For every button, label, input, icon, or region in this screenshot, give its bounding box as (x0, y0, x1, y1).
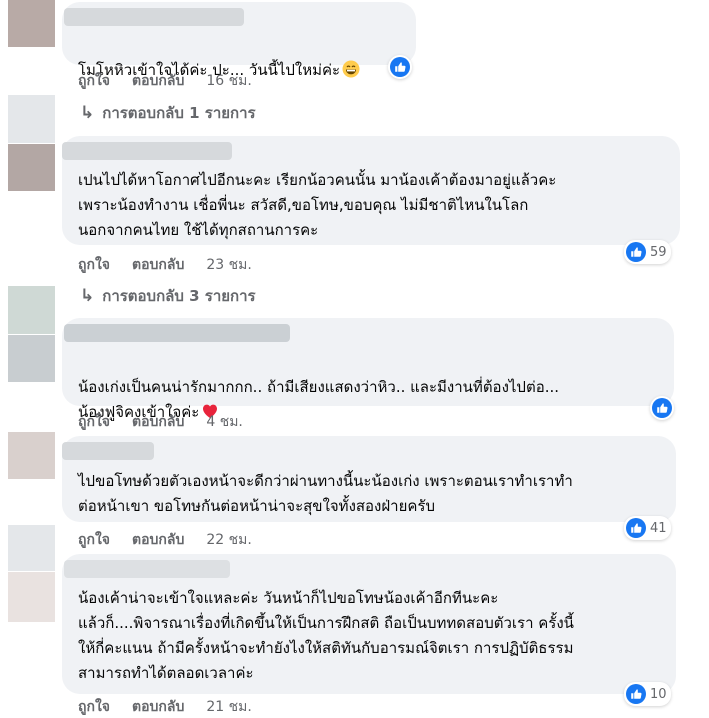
timestamp[interactable]: 4 ชม. (206, 411, 243, 433)
avatar[interactable] (8, 432, 55, 479)
avatar[interactable] (8, 572, 55, 622)
reply-arrow-icon: ↳ (80, 103, 95, 123)
comment-bubble: โมโหหิวเข้าใจได้ค่ะ ปะ... วันนี้ไปใหม่ค่… (62, 2, 416, 79)
like-icon (626, 518, 646, 538)
comment-text: ไปขอโทษด้วยตัวเองหน้าจะดีกว่าผ่านทางนี้น… (78, 472, 573, 515)
reaction-count[interactable] (650, 396, 674, 420)
like-icon (626, 684, 646, 704)
reaction-count[interactable]: 41 (624, 516, 671, 540)
timestamp[interactable]: 21 ชม. (206, 696, 251, 718)
reaction-count-number: 41 (650, 520, 667, 536)
like-button[interactable]: ถูกใจ (78, 411, 110, 433)
like-button[interactable]: ถูกใจ (78, 696, 110, 718)
like-icon (626, 242, 646, 262)
reaction-count-number: 59 (650, 244, 667, 260)
reply-button[interactable]: ตอบกลับ (132, 696, 184, 718)
comment-bubble: ไปขอโทษด้วยตัวเองหน้าจะดีกว่าผ่านทางนี้น… (62, 436, 676, 522)
comment-actions: ถูกใจ ตอบกลับ 4 ชม. (78, 411, 243, 433)
like-button[interactable]: ถูกใจ (78, 70, 110, 92)
reaction-count-number: 10 (650, 686, 667, 702)
reaction-count[interactable] (388, 55, 412, 79)
comment-bubble: เปนไปได้หาโอกาศไปอีกนะคะ เรียกน้อวคนนั้น… (62, 136, 680, 245)
avatar[interactable] (8, 144, 55, 191)
comment-bubble: น้องเก่งเป็นคนน่ารักมากกก.. ถ้ามีเสียงแส… (62, 318, 674, 421)
timestamp[interactable]: 22 ชม. (206, 529, 251, 551)
comment-actions: ถูกใจ ตอบกลับ 16 ชม. (78, 70, 252, 92)
avatar[interactable] (8, 335, 55, 382)
grinning-face-emoji (342, 60, 360, 78)
commenter-name[interactable] (62, 442, 154, 460)
timestamp[interactable]: 23 ชม. (206, 254, 251, 276)
view-replies-label: การตอบกลับ 3 รายการ (102, 287, 256, 305)
commenter-name[interactable] (64, 560, 230, 578)
comment-bubble: น้องเค้าน่าจะเข้าใจแหละค่ะ วันหน้าก็ไปขอ… (62, 554, 676, 694)
commenter-name[interactable] (64, 8, 244, 26)
reply-button[interactable]: ตอบกลับ (132, 70, 184, 92)
reply-arrow-icon: ↳ (80, 286, 95, 306)
like-icon (652, 398, 672, 418)
avatar[interactable] (8, 525, 55, 571)
commenter-name[interactable] (62, 142, 232, 160)
comment-actions: ถูกใจ ตอบกลับ 21 ชม. (78, 696, 252, 718)
reaction-count[interactable]: 10 (624, 682, 671, 706)
reply-button[interactable]: ตอบกลับ (132, 529, 184, 551)
view-replies-label: การตอบกลับ 1 รายการ (102, 104, 256, 122)
commenter-name[interactable] (64, 324, 290, 342)
avatar[interactable] (8, 95, 55, 143)
comment-actions: ถูกใจ ตอบกลับ 23 ชม. (78, 254, 252, 276)
avatar[interactable] (8, 286, 55, 334)
like-icon (390, 57, 410, 77)
comment-actions: ถูกใจ ตอบกลับ 22 ชม. (78, 529, 252, 551)
timestamp[interactable]: 16 ชม. (206, 70, 251, 92)
view-replies-link[interactable]: ↳ การตอบกลับ 1 รายการ (80, 101, 256, 125)
reaction-count[interactable]: 59 (624, 240, 671, 264)
view-replies-link[interactable]: ↳ การตอบกลับ 3 รายการ (80, 284, 256, 308)
like-button[interactable]: ถูกใจ (78, 254, 110, 276)
reply-button[interactable]: ตอบกลับ (132, 254, 184, 276)
reply-button[interactable]: ตอบกลับ (132, 411, 184, 433)
like-button[interactable]: ถูกใจ (78, 529, 110, 551)
comment-text: น้องเค้าน่าจะเข้าใจแหละค่ะ วันหน้าก็ไปขอ… (78, 589, 574, 682)
avatar[interactable] (8, 0, 55, 47)
comment-text: เปนไปได้หาโอกาศไปอีกนะคะ เรียกน้อวคนนั้น… (78, 171, 557, 239)
